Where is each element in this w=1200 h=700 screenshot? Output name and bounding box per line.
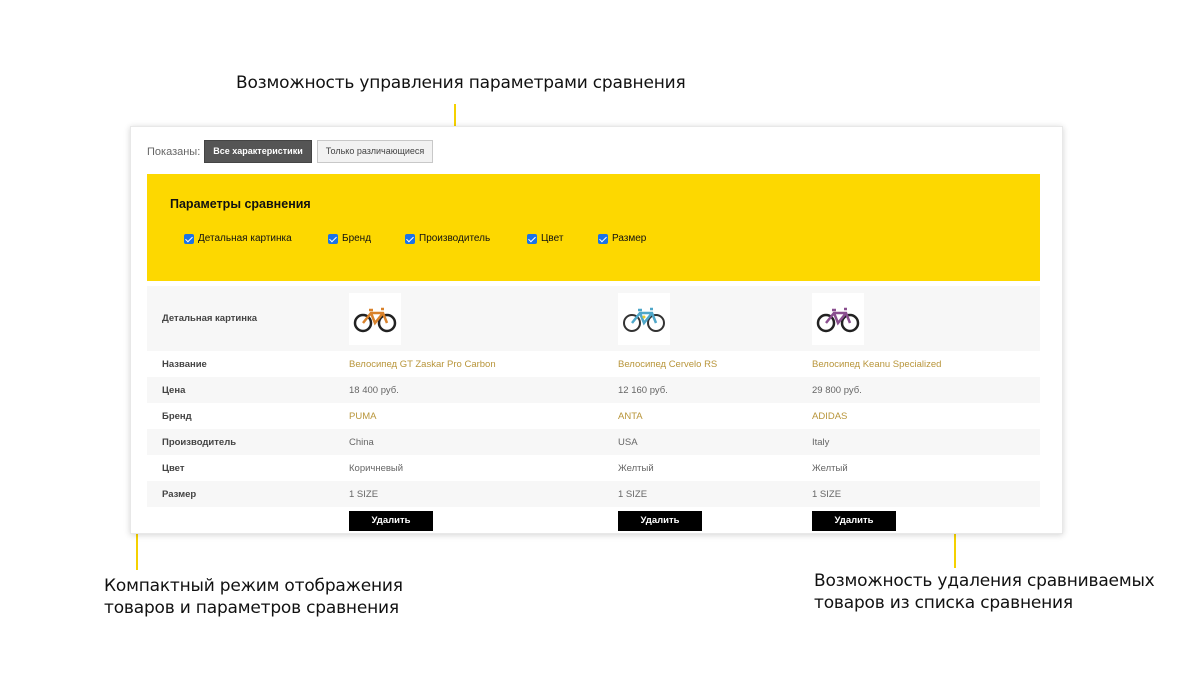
product-image[interactable] <box>618 292 670 345</box>
param-label: Производитель <box>419 233 491 244</box>
product-image[interactable] <box>812 292 864 345</box>
product-brand-cell: ANTA <box>603 403 797 429</box>
product-color: Коричневый <box>349 462 404 474</box>
annotation-top: Возможность управления параметрами сравн… <box>236 73 686 93</box>
table-row: Цена 18 400 руб. 12 160 руб. 29 800 руб. <box>147 377 1040 403</box>
table-row: Бренд PUMA ANTA ADIDAS <box>147 403 1040 429</box>
param-checkbox-manufacturer[interactable]: Производитель <box>405 233 490 244</box>
product-name-link[interactable]: Велосипед GT Zaskar Pro Carbon <box>349 359 496 370</box>
delete-button[interactable]: Удалить <box>812 511 896 531</box>
checkbox-checked-icon[interactable] <box>598 233 608 244</box>
product-size: 1 SIZE <box>797 481 1040 507</box>
product-image-cell <box>603 286 797 351</box>
product-image-cell <box>334 286 603 351</box>
product-manufacturer: USA <box>603 429 797 455</box>
delete-button[interactable]: Удалить <box>618 511 702 531</box>
param-label: Бренд <box>342 233 372 244</box>
compare-toolbar: Показаны: Все характеристики Только разл… <box>147 140 438 163</box>
table-row: Детальная картинка <box>147 286 1040 351</box>
row-label-image: Детальная картинка <box>147 286 334 351</box>
product-manufacturer: Italy <box>797 429 1040 455</box>
annotation-right: Возможность удаления сравниваемых товаро… <box>814 570 1155 614</box>
product-name-cell: Велосипед GT Zaskar Pro Carbon <box>334 351 603 377</box>
params-title: Параметры сравнения <box>170 197 311 211</box>
product-size: 1 SIZE <box>334 481 603 507</box>
delete-button[interactable]: Удалить <box>349 511 433 531</box>
checkbox-checked-icon[interactable] <box>405 233 415 244</box>
compare-table: Детальная картинка Название Велосипед GT… <box>147 286 1040 533</box>
all-characteristics-button[interactable]: Все характеристики <box>204 140 312 163</box>
product-price: 12 160 руб. <box>603 377 797 403</box>
product-brand-cell: ADIDAS <box>797 403 1040 429</box>
param-checkbox-image[interactable]: Детальная картинка <box>184 233 292 244</box>
product-brand-link[interactable]: PUMA <box>349 411 376 422</box>
annotation-left: Компактный режим отображения товаров и п… <box>104 575 403 619</box>
bicycle-icon <box>623 307 665 332</box>
bicycle-icon <box>353 307 397 332</box>
delete-cell: Удалить <box>334 507 603 533</box>
product-color: Желтый <box>618 462 654 474</box>
product-image-cell <box>797 286 1040 351</box>
only-different-button[interactable]: Только различающиеся <box>316 140 434 163</box>
compare-panel: Показаны: Все характеристики Только разл… <box>130 126 1063 534</box>
param-label: Детальная картинка <box>198 233 292 244</box>
param-checkbox-size[interactable]: Размер <box>598 233 646 244</box>
table-row: Удалить Удалить Удалить <box>147 507 1040 533</box>
table-row: Производитель China USA Italy <box>147 429 1040 455</box>
param-label: Цвет <box>541 233 564 244</box>
row-label-name: Название <box>162 358 207 370</box>
compare-params-block: Параметры сравнения Детальная картинка Б… <box>147 174 1040 281</box>
param-checkbox-color[interactable]: Цвет <box>527 233 563 244</box>
product-brand-link[interactable]: ANTA <box>618 411 643 422</box>
param-checkbox-brand[interactable]: Бренд <box>328 233 371 244</box>
annotation-right-line2: товаров из списка сравнения <box>814 593 1073 613</box>
checkbox-checked-icon[interactable] <box>184 233 194 244</box>
product-size: 1 SIZE <box>603 481 797 507</box>
delete-cell: Удалить <box>797 507 1040 533</box>
product-brand-link[interactable]: ADIDAS <box>812 411 847 422</box>
annotation-right-line1: Возможность удаления сравниваемых <box>814 571 1155 591</box>
product-name-link[interactable]: Велосипед Cervelo RS <box>618 359 717 370</box>
row-label-brand: Бренд <box>162 410 192 422</box>
product-name-cell: Велосипед Cervelo RS <box>603 351 797 377</box>
annotation-left-line1: Компактный режим отображения <box>104 576 403 596</box>
bicycle-icon <box>816 307 860 332</box>
product-brand-cell: PUMA <box>334 403 603 429</box>
product-manufacturer: China <box>334 429 603 455</box>
shown-label: Показаны: <box>147 145 201 158</box>
product-price: 18 400 руб. <box>334 377 603 403</box>
product-name-link[interactable]: Велосипед Keanu Specialized <box>812 359 941 370</box>
table-row: Цвет Коричневый Желтый Желтый <box>147 455 1040 481</box>
product-color: Желтый <box>812 462 848 474</box>
delete-cell: Удалить <box>603 507 797 533</box>
product-image[interactable] <box>349 292 401 345</box>
checkbox-checked-icon[interactable] <box>328 233 338 244</box>
checkbox-checked-icon[interactable] <box>527 233 537 244</box>
row-label-price: Цена <box>147 377 334 403</box>
table-row: Название Велосипед GT Zaskar Pro Carbon … <box>147 351 1040 377</box>
row-label-color: Цвет <box>162 462 185 474</box>
table-row: Размер 1 SIZE 1 SIZE 1 SIZE <box>147 481 1040 507</box>
annotation-left-line2: товаров и параметров сравнения <box>104 598 399 618</box>
row-label-manufacturer: Производитель <box>147 429 334 455</box>
param-label: Размер <box>612 233 647 244</box>
empty-cell <box>147 507 334 533</box>
product-name-cell: Велосипед Keanu Specialized <box>797 351 1040 377</box>
product-price: 29 800 руб. <box>797 377 1040 403</box>
row-label-size: Размер <box>147 481 334 507</box>
